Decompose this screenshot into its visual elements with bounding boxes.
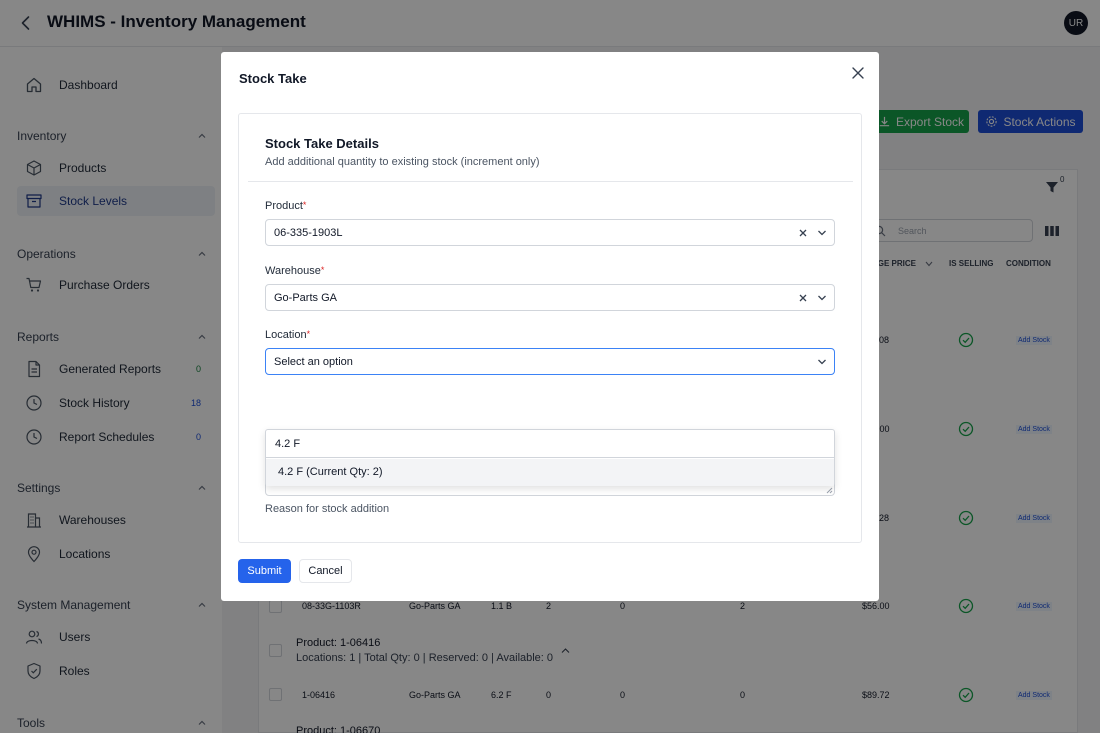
selected-value: 06-335-1903L <box>274 227 343 239</box>
notes-hint: Reason for stock addition <box>265 503 390 515</box>
stock-take-modal: Stock Take Stock Take Details Add additi… <box>221 52 879 601</box>
cancel-button[interactable]: Cancel <box>299 559 352 583</box>
card-title: Stock Take Details <box>265 136 379 151</box>
dropdown-option[interactable]: 4.2 F (Current Qty: 2) <box>266 459 834 486</box>
location-select[interactable]: Select an option <box>265 348 835 375</box>
chevron-down-icon[interactable] <box>817 229 827 237</box>
required-mark: * <box>320 265 325 275</box>
location-dropdown: 4.2 F 4.2 F (Current Qty: 2) <box>265 429 835 486</box>
resize-handle-icon[interactable] <box>825 486 833 494</box>
required-mark: * <box>302 200 307 210</box>
clear-icon[interactable] <box>798 293 808 303</box>
label-text: Product <box>265 200 303 212</box>
submit-button[interactable]: Submit <box>238 559 291 583</box>
close-icon[interactable] <box>851 66 865 80</box>
chevron-down-icon[interactable] <box>817 358 827 366</box>
location-label: Location* <box>265 329 310 341</box>
product-select[interactable]: 06-335-1903L <box>265 219 835 246</box>
modal-title: Stock Take <box>239 71 307 86</box>
clear-icon[interactable] <box>798 228 808 238</box>
product-label: Product* <box>265 200 306 212</box>
label-text: Location <box>265 329 307 341</box>
required-mark: * <box>306 329 311 339</box>
dropdown-search-input[interactable]: 4.2 F <box>266 430 834 458</box>
warehouse-select[interactable]: Go-Parts GA <box>265 284 835 311</box>
card-subtitle: Add additional quantity to existing stoc… <box>265 156 540 168</box>
selected-value: Go-Parts GA <box>274 292 337 304</box>
warehouse-label: Warehouse* <box>265 265 324 277</box>
chevron-down-icon[interactable] <box>817 294 827 302</box>
placeholder-text: Select an option <box>274 356 353 368</box>
divider <box>248 181 853 182</box>
label-text: Warehouse <box>265 265 321 277</box>
